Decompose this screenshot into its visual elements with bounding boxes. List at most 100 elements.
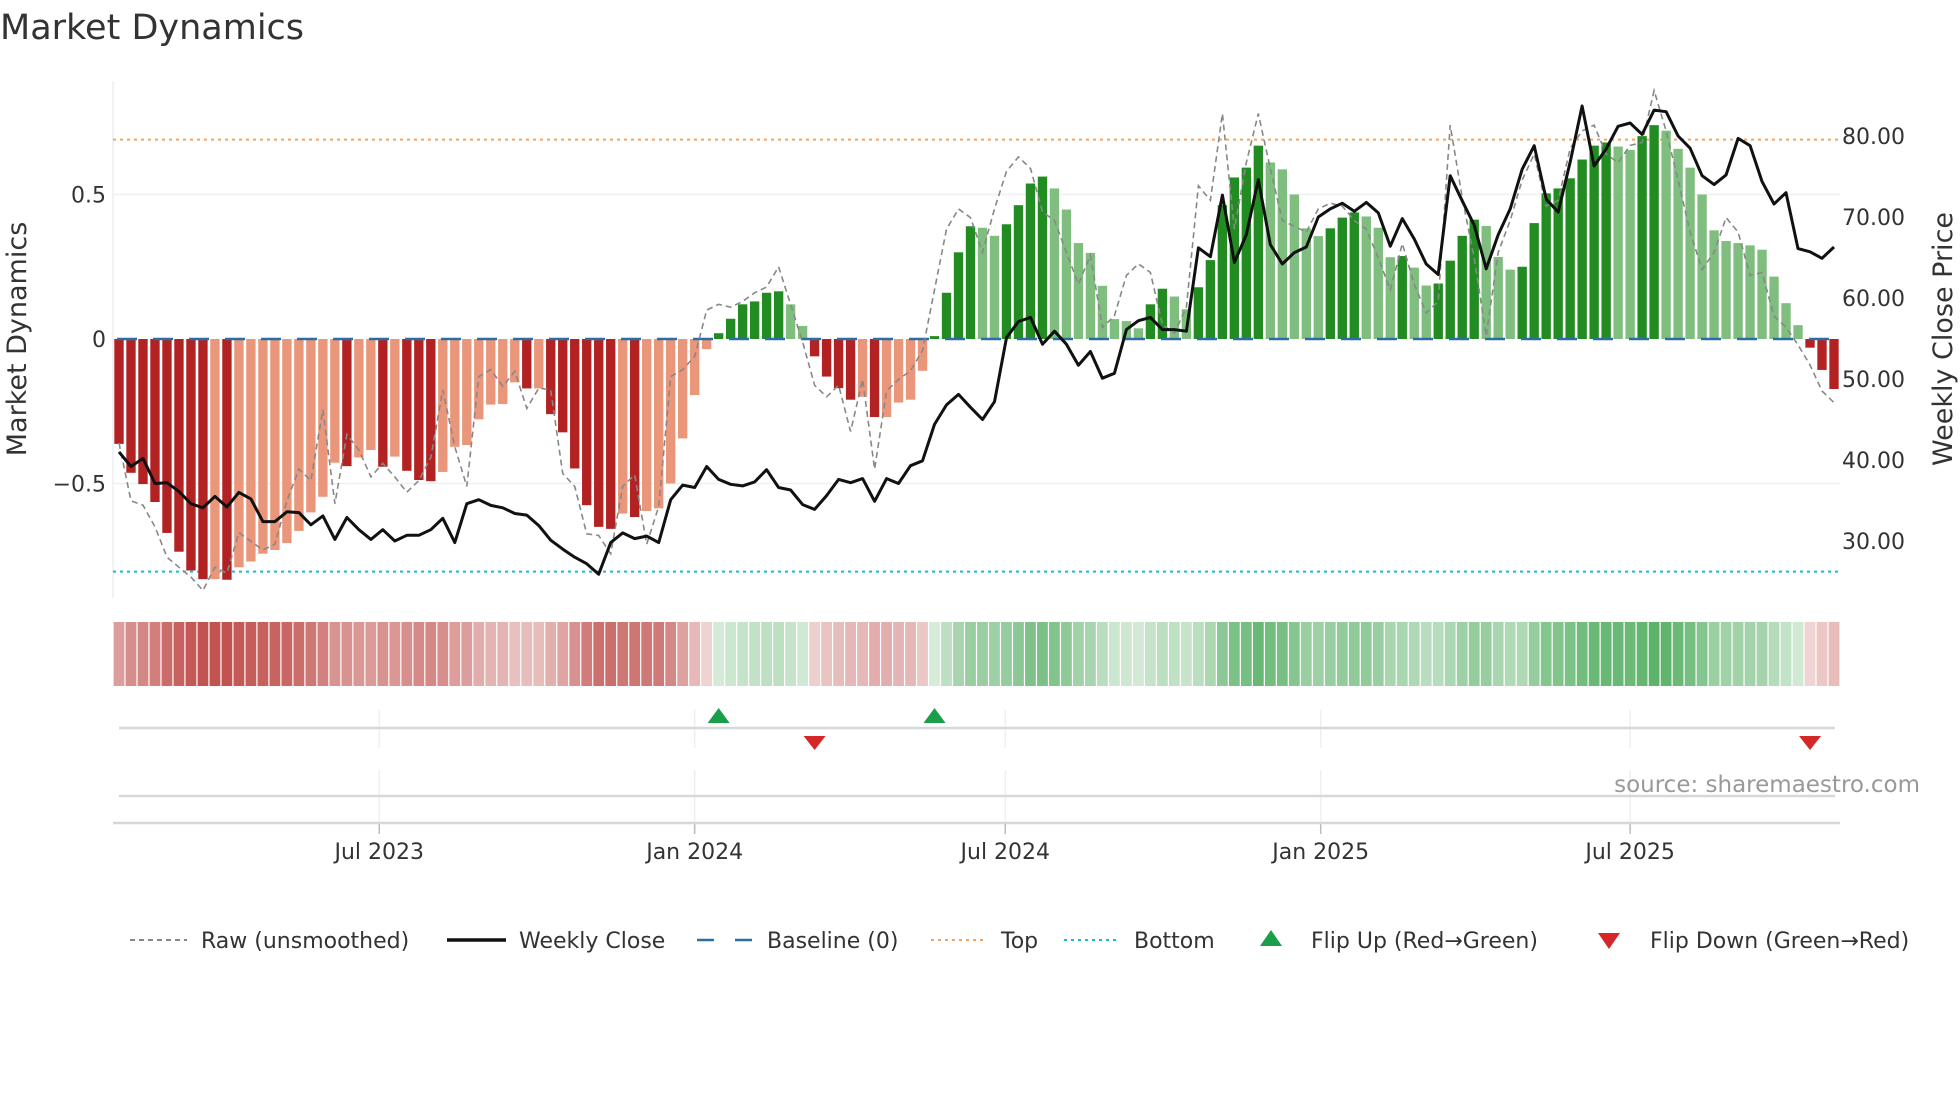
heat-cell xyxy=(377,622,389,686)
heat-cell xyxy=(1516,622,1528,686)
heat-cell xyxy=(1240,622,1252,686)
dynamics-bar xyxy=(606,339,616,529)
dynamics-bar xyxy=(737,304,748,339)
heat-cell xyxy=(1013,622,1024,686)
dynamics-bar xyxy=(294,339,304,531)
heat-cell xyxy=(1372,622,1384,686)
dynamics-bar xyxy=(1157,288,1168,339)
heat-cell xyxy=(1612,622,1624,686)
heat-cell xyxy=(1576,622,1588,686)
heat-cell xyxy=(1312,622,1324,686)
right-tick-label: 50.00 xyxy=(1842,368,1905,393)
heat-cell xyxy=(977,622,988,686)
dynamics-bar xyxy=(833,339,844,389)
right-axis-label: Weekly Close Price xyxy=(1928,212,1959,466)
market-dynamics-chart: Market Dynamics Market Dynamics Weekly C… xyxy=(0,8,1959,954)
heat-cell xyxy=(1468,622,1480,686)
heat-cell xyxy=(605,622,617,686)
dynamics-bar xyxy=(1289,194,1299,339)
dynamics-bar xyxy=(881,339,892,418)
heat-cell xyxy=(1480,622,1492,686)
heat-cell xyxy=(845,622,856,686)
dynamics-bar xyxy=(1661,130,1671,339)
dynamics-bar xyxy=(1205,260,1216,339)
heat-cell xyxy=(497,622,509,686)
dynamics-bar xyxy=(1385,257,1395,339)
dynamics-bar xyxy=(1769,276,1779,339)
flip-down-marker xyxy=(1799,736,1822,750)
dynamics-bar xyxy=(1493,256,1503,339)
dynamics-bar xyxy=(965,226,976,339)
dynamics-bar xyxy=(1733,243,1743,339)
legend-label: Top xyxy=(1000,929,1038,954)
dynamics-bar xyxy=(246,339,256,562)
dynamics-bar xyxy=(1337,217,1347,339)
heat-cell xyxy=(1348,622,1360,686)
heat-cell xyxy=(1360,622,1372,686)
heat-cell xyxy=(1085,622,1096,686)
heat-cell xyxy=(617,622,629,686)
heat-cell xyxy=(1252,622,1264,686)
dynamics-bar xyxy=(1349,212,1359,339)
heat-cell xyxy=(341,622,353,686)
heat-cell xyxy=(161,622,173,686)
heat-cell xyxy=(1456,622,1468,686)
dynamics-bar xyxy=(1409,267,1419,339)
dynamics-bar xyxy=(857,339,868,397)
dynamics-bar xyxy=(677,339,688,439)
heat-cell xyxy=(329,622,341,686)
heat-cell xyxy=(785,622,797,686)
dynamics-bar xyxy=(378,339,388,467)
dynamics-bar xyxy=(1673,148,1683,339)
dynamics-bar xyxy=(821,339,832,377)
heat-cell xyxy=(1300,622,1312,686)
heat-cell xyxy=(233,622,245,686)
heat-cell xyxy=(521,622,533,686)
heat-cell xyxy=(533,622,545,686)
dynamics-bar xyxy=(1133,328,1144,339)
dynamics-bar xyxy=(414,339,424,481)
heat-cell xyxy=(389,622,401,686)
heat-cell xyxy=(1001,622,1012,686)
heat-cell xyxy=(881,622,892,686)
legend: Raw (unsmoothed) Weekly Close Baseline (0)… xyxy=(130,929,1909,954)
dynamics-bar xyxy=(1001,224,1012,339)
dynamics-bar xyxy=(594,339,604,527)
heat-cell xyxy=(989,622,1000,686)
dynamics-bar xyxy=(126,339,136,473)
dynamics-bar xyxy=(917,339,928,371)
heat-cell xyxy=(893,622,904,686)
heat-cell xyxy=(1708,622,1720,686)
heat-cell xyxy=(509,622,521,686)
dynamics-bar xyxy=(785,304,796,339)
dynamics-bar xyxy=(1517,266,1527,339)
dynamics-bar xyxy=(1505,269,1515,339)
dynamics-bar xyxy=(306,339,316,513)
heat-cell xyxy=(1324,622,1336,686)
heat-cell xyxy=(293,622,305,686)
heat-cell xyxy=(1756,622,1768,686)
heat-cell xyxy=(149,622,161,686)
heat-cell xyxy=(1792,622,1804,686)
dynamics-bar xyxy=(989,235,1000,339)
heat-cell xyxy=(1540,622,1552,686)
heat-cell xyxy=(749,622,761,686)
dynamics-bar xyxy=(869,339,880,418)
heat-cell xyxy=(1264,622,1276,686)
heat-cell xyxy=(1600,622,1612,686)
dynamics-bar xyxy=(546,339,556,415)
heat-cell xyxy=(461,622,473,686)
source-label: source: sharemaestro.com xyxy=(1614,772,1920,798)
heat-cell xyxy=(1145,622,1156,686)
dynamics-bar xyxy=(1217,205,1228,339)
dynamics-bar xyxy=(809,339,820,357)
heat-cell xyxy=(413,622,425,686)
left-tick-label: 0.5 xyxy=(71,184,106,209)
dynamics-bar xyxy=(1817,339,1827,370)
heat-cell xyxy=(1133,622,1144,686)
dynamics-bar xyxy=(366,339,376,450)
heat-cell xyxy=(1121,622,1132,686)
dynamics-bar xyxy=(1061,209,1072,339)
flip-down-marker xyxy=(803,736,826,750)
heat-cell xyxy=(929,622,940,686)
